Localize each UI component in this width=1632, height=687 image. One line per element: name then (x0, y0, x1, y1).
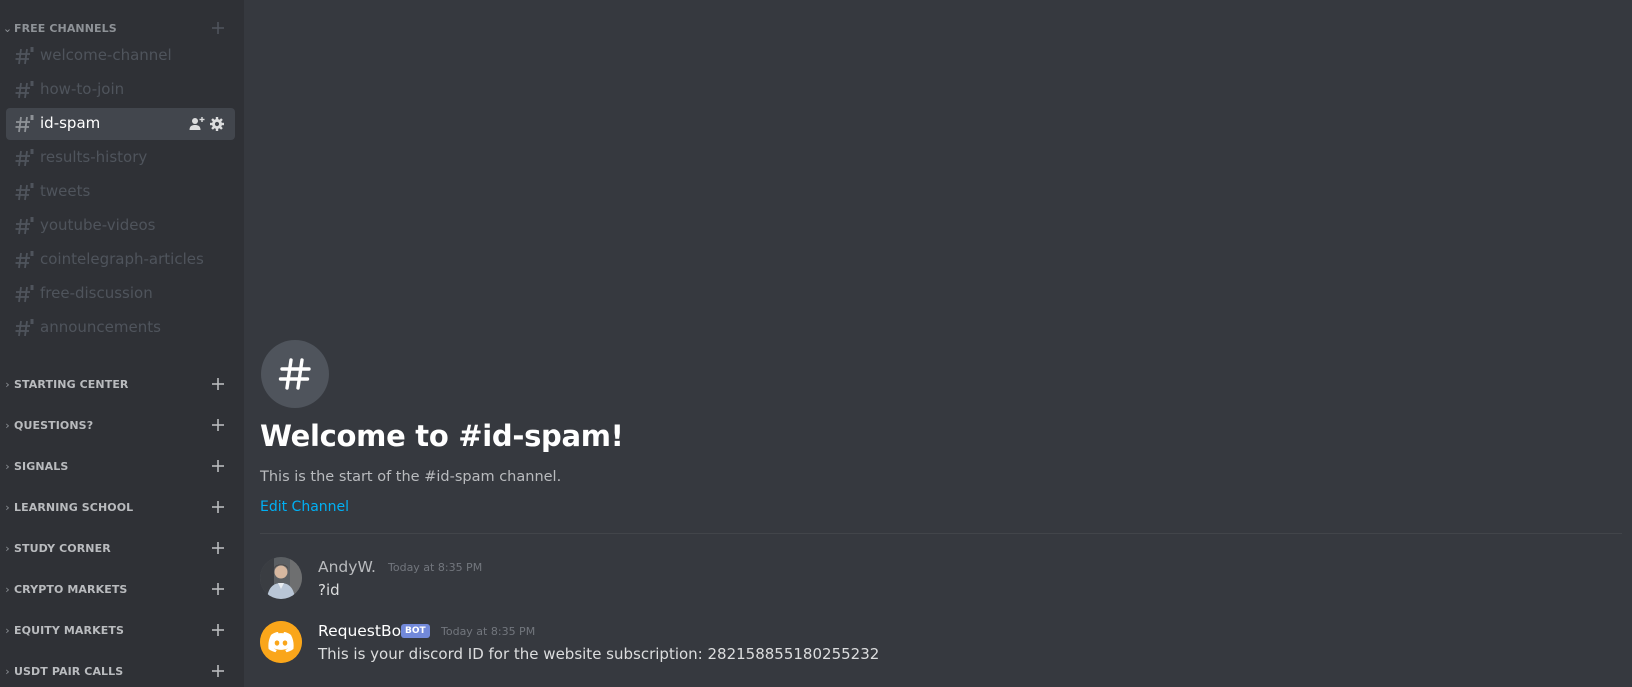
channel-label: announcements (40, 318, 161, 336)
category-equity-markets[interactable]: › EQUITY MARKETS (0, 618, 244, 642)
message-text: This is your discord ID for the website … (318, 645, 880, 663)
category-label: CRYPTO MARKETS (14, 582, 128, 596)
create-channel-plus-icon[interactable] (210, 376, 226, 392)
chevron-right-icon: › (5, 377, 10, 391)
locked-hash-icon (14, 317, 36, 339)
category-questions[interactable]: › QUESTIONS? (0, 413, 244, 437)
welcome-title: Welcome to #id-spam! (260, 419, 624, 453)
chevron-right-icon: › (5, 459, 10, 473)
create-channel-plus-icon[interactable] (210, 417, 226, 433)
channel-how-to-join[interactable]: how-to-join (6, 74, 235, 106)
channel-id-spam[interactable]: id-spam (6, 108, 235, 140)
category-starting-center[interactable]: › STARTING CENTER (0, 372, 244, 396)
locked-hash-icon (14, 79, 36, 101)
category-label: STUDY CORNER (14, 541, 111, 555)
message-author[interactable]: AndyW. (318, 558, 376, 576)
channel-label: welcome-channel (40, 46, 172, 64)
locked-hash-icon (14, 45, 36, 67)
chevron-right-icon: › (5, 582, 10, 596)
user-photo-avatar[interactable] (260, 557, 302, 599)
create-channel-plus-icon[interactable] (210, 20, 226, 36)
locked-hash-icon (14, 249, 36, 271)
chat-area: Welcome to #id-spam! This is the start o… (244, 0, 1632, 687)
chevron-right-icon: › (5, 664, 10, 678)
invite-icon[interactable] (189, 116, 205, 132)
category-label: QUESTIONS? (14, 418, 94, 432)
message-author[interactable]: RequestBot (318, 622, 407, 640)
locked-hash-icon (14, 181, 36, 203)
category-learning-school[interactable]: › LEARNING SCHOOL (0, 495, 244, 519)
channel-label: cointelegraph-articles (40, 250, 204, 268)
locked-hash-icon (14, 113, 36, 135)
category-usdt-pair-calls[interactable]: › USDT PAIR CALLS (0, 659, 244, 683)
locked-hash-icon (14, 147, 36, 169)
welcome-subtitle: This is the start of the #id-spam channe… (260, 469, 562, 485)
category-label: STARTING CENTER (14, 377, 129, 391)
category-crypto-markets[interactable]: › CRYPTO MARKETS (0, 577, 244, 601)
chevron-right-icon: › (5, 500, 10, 514)
category-label: LEARNING SCHOOL (14, 500, 134, 514)
channel-results-history[interactable]: results-history (6, 142, 235, 174)
chevron-right-icon: › (5, 418, 10, 432)
message-text: ?id (318, 581, 340, 599)
message-timestamp: Today at 8:35 PM (441, 625, 536, 638)
chevron-right-icon: › (5, 623, 10, 637)
settings-gear-icon[interactable] (209, 116, 225, 132)
category-label: FREE CHANNELS (14, 21, 117, 35)
channel-free-discussion[interactable]: free-discussion (6, 278, 235, 310)
create-channel-plus-icon[interactable] (210, 499, 226, 515)
message: RequestBot BOT Today at 8:35 PM This is … (260, 621, 1610, 671)
channel-cointelegraph-articles[interactable]: cointelegraph-articles (6, 244, 235, 276)
channel-tweets[interactable]: tweets (6, 176, 235, 208)
chevron-right-icon: › (5, 541, 10, 555)
discord-logo-avatar[interactable] (260, 621, 302, 663)
message: AndyW. Today at 8:35 PM ?id (260, 557, 1610, 607)
channel-label: how-to-join (40, 80, 125, 98)
channel-label: tweets (40, 182, 91, 200)
channel-label: id-spam (40, 114, 101, 132)
channel-announcements[interactable]: announcements (6, 312, 235, 344)
create-channel-plus-icon[interactable] (210, 663, 226, 679)
create-channel-plus-icon[interactable] (210, 458, 226, 474)
edit-channel-link[interactable]: Edit Channel (260, 499, 349, 515)
message-timestamp: Today at 8:35 PM (388, 561, 483, 574)
channel-label: results-history (40, 148, 148, 166)
divider (260, 533, 1622, 534)
channel-label: free-discussion (40, 284, 153, 302)
category-signals[interactable]: › SIGNALS (0, 454, 244, 478)
chevron-down-icon: ⌄ (2, 21, 13, 35)
category-label: SIGNALS (14, 459, 69, 473)
channel-welcome-channel[interactable]: welcome-channel (6, 40, 235, 72)
create-channel-plus-icon[interactable] (210, 622, 226, 638)
locked-hash-icon (14, 215, 36, 237)
channel-label: youtube-videos (40, 216, 156, 234)
channel-sidebar: ⌄ FREE CHANNELS welcome-channel how-to-j… (0, 0, 244, 687)
create-channel-plus-icon[interactable] (210, 540, 226, 556)
channel-youtube-videos[interactable]: youtube-videos (6, 210, 235, 242)
locked-hash-icon (14, 283, 36, 305)
bot-tag-badge: BOT (401, 624, 430, 638)
hash-icon (261, 340, 329, 408)
category-free-channels[interactable]: ⌄ FREE CHANNELS (0, 16, 244, 40)
category-study-corner[interactable]: › STUDY CORNER (0, 536, 244, 560)
category-label: EQUITY MARKETS (14, 623, 124, 637)
create-channel-plus-icon[interactable] (210, 581, 226, 597)
category-label: USDT PAIR CALLS (14, 664, 124, 678)
